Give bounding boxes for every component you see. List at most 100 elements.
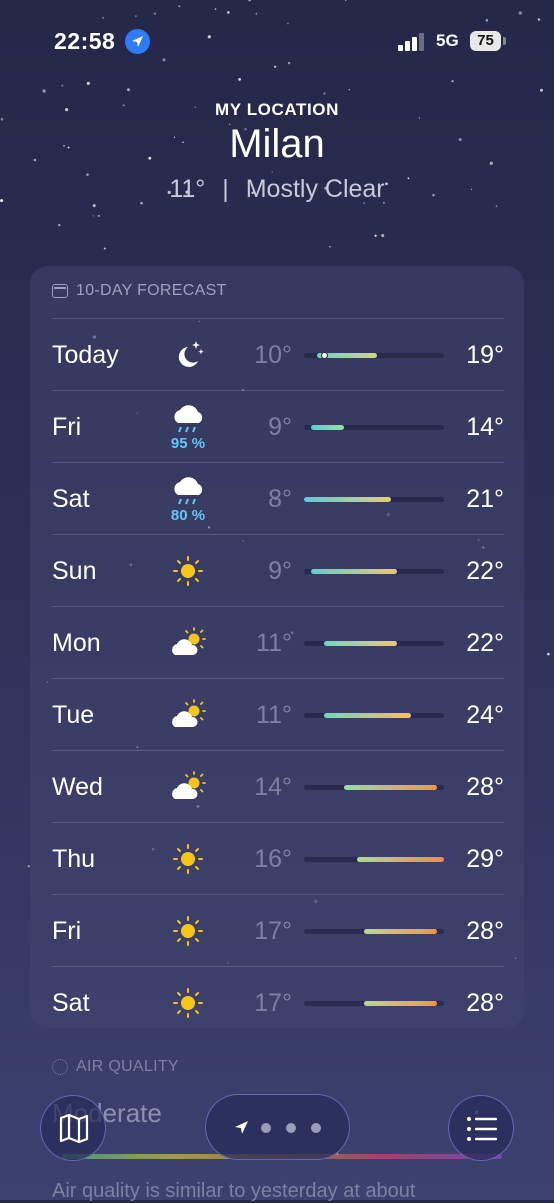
signal-strength-icon (398, 33, 424, 51)
page-dot (311, 1123, 321, 1133)
temp-range-bar (324, 641, 398, 646)
current-summary: 11° | Mostly Clear (0, 175, 554, 204)
forecast-day: Tue (52, 701, 95, 729)
location-header: MY LOCATION Milan 11° | Mostly Clear (0, 100, 554, 204)
temp-range-bar (364, 929, 438, 934)
low-temp: 10° (254, 341, 292, 369)
temp-range-track (304, 497, 444, 502)
precip-chance: 95 % (170, 435, 206, 452)
forecast-row[interactable]: Fri 17° 28° (52, 894, 504, 966)
ten-day-forecast-card[interactable]: 10-DAY FORECAST Today 10° 19° Fri 95 % 9° 14° S… (30, 266, 524, 1028)
high-temp: 22° (466, 557, 504, 585)
temp-range-track (304, 929, 444, 934)
forecast-row[interactable]: Wed 14° 28° (52, 750, 504, 822)
forecast-row[interactable]: Thu 16° 29° (52, 822, 504, 894)
low-temp: 11° (256, 701, 292, 729)
current-condition: Mostly Clear (245, 175, 385, 203)
partly-cloudy-icon (166, 617, 210, 667)
forecast-day: Today (52, 341, 119, 369)
forecast-header: 10-DAY FORECAST (52, 282, 227, 300)
low-temp: 9° (268, 557, 292, 585)
temp-range-bar (310, 569, 398, 574)
map-icon (59, 1113, 89, 1144)
location-arrow-icon (235, 1121, 248, 1134)
temp-range-track (304, 425, 444, 430)
sun-icon (166, 545, 210, 595)
forecast-row[interactable]: Fri 95 % 9° 14° (52, 390, 504, 462)
high-temp: 14° (466, 413, 504, 441)
temp-range-track (304, 857, 444, 862)
temp-range-track (304, 785, 444, 790)
page-indicator[interactable] (205, 1094, 350, 1160)
temp-range-track (304, 713, 444, 718)
low-temp: 8° (268, 485, 292, 513)
temp-range-bar (364, 1001, 438, 1006)
battery-tip (503, 37, 506, 45)
high-temp: 24° (466, 701, 504, 729)
current-temp-dot (321, 352, 328, 359)
location-services-icon (125, 29, 150, 54)
forecast-day: Sat (52, 485, 90, 513)
low-temp: 14° (254, 773, 292, 801)
page-dot (286, 1123, 296, 1133)
current-temperature: 11° (169, 175, 206, 203)
temp-range-bar (324, 713, 411, 718)
high-temp: 21° (466, 485, 504, 513)
high-temp: 29° (466, 845, 504, 873)
low-temp: 11° (256, 629, 292, 657)
status-bar: 22:58 5G 75 (0, 0, 554, 84)
high-temp: 28° (466, 773, 504, 801)
sun-icon (166, 905, 210, 955)
high-temp: 28° (466, 989, 504, 1017)
forecast-day: Mon (52, 629, 101, 657)
sun-icon (166, 977, 210, 1027)
network-type: 5G (436, 31, 459, 50)
sun-icon (166, 833, 210, 883)
battery-icon: 75 (470, 31, 501, 51)
low-temp: 16° (254, 845, 292, 873)
moon-stars-icon (166, 329, 210, 379)
partly-cloudy-icon (166, 761, 210, 811)
forecast-row[interactable]: Sun 9° 22° (52, 534, 504, 606)
low-temp: 17° (254, 989, 292, 1017)
forecast-row[interactable]: Today 10° 19° (52, 318, 504, 390)
temp-range-track (304, 641, 444, 646)
forecast-row[interactable]: Mon 11° 22° (52, 606, 504, 678)
summary-separator: | (222, 175, 229, 203)
temp-range-bar (344, 785, 438, 790)
status-time: 22:58 (54, 28, 116, 54)
temp-range-bar (310, 425, 344, 430)
forecast-day: Sat (52, 989, 90, 1017)
forecast-day: Fri (52, 917, 82, 945)
forecast-row[interactable]: Tue 11° 24° (52, 678, 504, 750)
temp-range-bar (304, 497, 391, 502)
page-dot (261, 1123, 271, 1133)
forecast-day: Fri (52, 413, 82, 441)
air-quality-icon (52, 1059, 68, 1075)
air-quality-title: AIR QUALITY (76, 1058, 179, 1075)
air-quality-header: AIR QUALITY (52, 1058, 179, 1076)
list-icon (467, 1117, 497, 1141)
low-temp: 17° (254, 917, 292, 945)
map-button[interactable] (40, 1095, 106, 1161)
partly-cloudy-icon (166, 689, 210, 739)
temp-range-track (304, 1001, 444, 1006)
temp-range-track (304, 352, 444, 359)
low-temp: 9° (268, 413, 292, 441)
precip-chance: 80 % (170, 507, 206, 524)
forecast-row[interactable]: Sat 17° 28° (52, 966, 504, 1038)
forecast-row[interactable]: Sat 80 % 8° 21° (52, 462, 504, 534)
city-list-button[interactable] (448, 1095, 514, 1161)
temp-range-bar (357, 857, 444, 862)
forecast-day: Sun (52, 557, 97, 585)
high-temp: 19° (466, 341, 504, 369)
location-label: MY LOCATION (214, 100, 340, 119)
high-temp: 28° (466, 917, 504, 945)
temp-range-track (304, 569, 444, 574)
calendar-icon (52, 284, 68, 298)
forecast-day: Thu (52, 845, 96, 873)
forecast-day: Wed (52, 773, 103, 801)
forecast-title: 10-DAY FORECAST (76, 282, 227, 299)
city-name: Milan (229, 122, 325, 166)
forecast-rows: Today 10° 19° Fri 95 % 9° 14° Sat 80 % 8° 21° Sun 9°… (52, 318, 504, 1038)
